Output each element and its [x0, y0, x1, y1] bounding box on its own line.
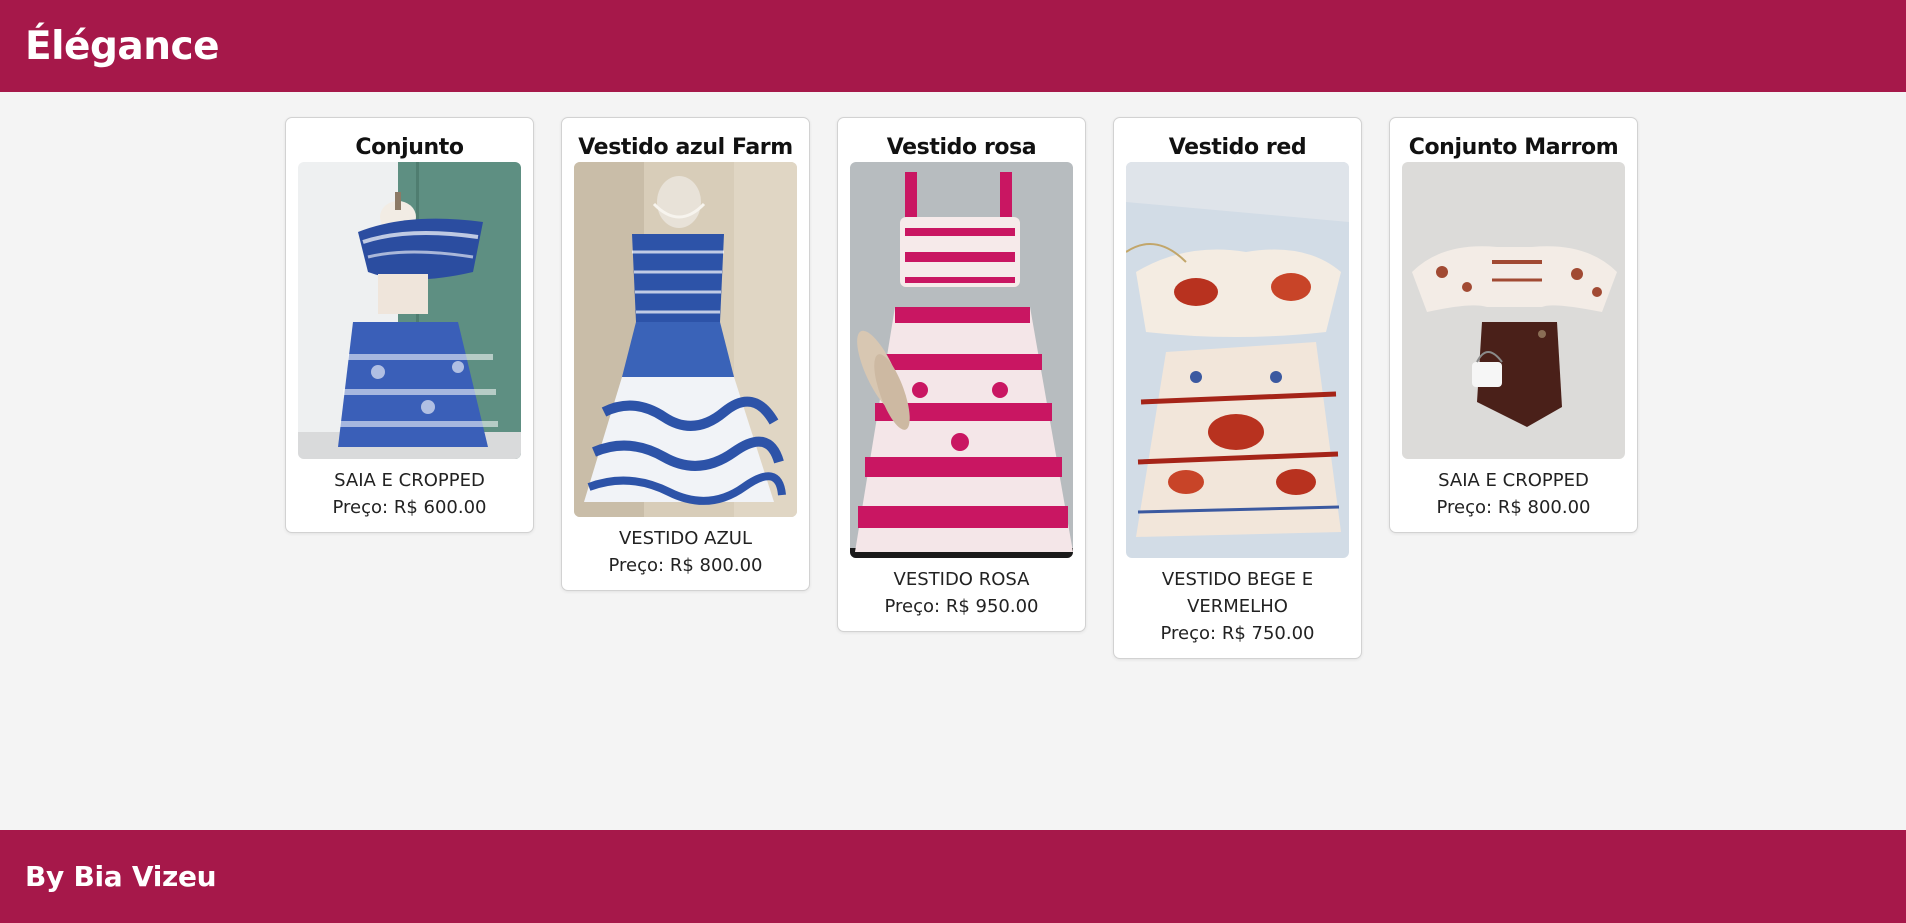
product-image[interactable]: [298, 162, 521, 459]
product-title: Vestido azul Farm: [578, 135, 793, 160]
product-grid: Conjunto SAIA E CROPPED Preço: R$ 600.00…: [285, 117, 1638, 659]
product-card[interactable]: Conjunto Marrom SAIA E CROPPED Preço: R$…: [1389, 117, 1638, 533]
product-card[interactable]: Vestido red VESTIDO BEGE E VERMELHO Preç…: [1113, 117, 1362, 659]
product-description: VESTIDO ROSA: [893, 569, 1030, 590]
product-title: Conjunto Marrom: [1408, 135, 1619, 160]
product-description: SAIA E CROPPED: [1438, 470, 1589, 491]
site-header: Élégance: [0, 0, 1906, 92]
product-image[interactable]: [850, 162, 1073, 558]
site-footer: By Bia Vizeu: [0, 830, 1906, 923]
footer-credit: By Bia Vizeu: [25, 860, 217, 893]
product-image[interactable]: [1126, 162, 1349, 558]
product-price: Preço: R$ 800.00: [1436, 497, 1591, 518]
product-price: Preço: R$ 950.00: [884, 596, 1039, 617]
product-card[interactable]: Conjunto SAIA E CROPPED Preço: R$ 600.00: [285, 117, 534, 533]
product-price: Preço: R$ 600.00: [332, 497, 487, 518]
product-title: Vestido rosa: [886, 135, 1037, 160]
product-description: VESTIDO BEGE E VERMELHO: [1161, 569, 1314, 617]
product-image[interactable]: [1402, 162, 1625, 459]
product-title: Conjunto: [355, 135, 464, 160]
product-price: Preço: R$ 750.00: [1160, 623, 1315, 644]
product-card[interactable]: Vestido rosa VESTIDO ROSA Preço: R$ 950.…: [837, 117, 1086, 632]
product-price: Preço: R$ 800.00: [608, 555, 763, 576]
product-image[interactable]: [574, 162, 797, 517]
product-description: SAIA E CROPPED: [334, 470, 485, 491]
product-card[interactable]: Vestido azul Farm VESTIDO AZUL Preço: R$…: [561, 117, 810, 591]
product-description: VESTIDO AZUL: [618, 528, 752, 549]
product-title: Vestido red: [1168, 135, 1307, 160]
brand-logo[interactable]: Élégance: [25, 24, 220, 69]
